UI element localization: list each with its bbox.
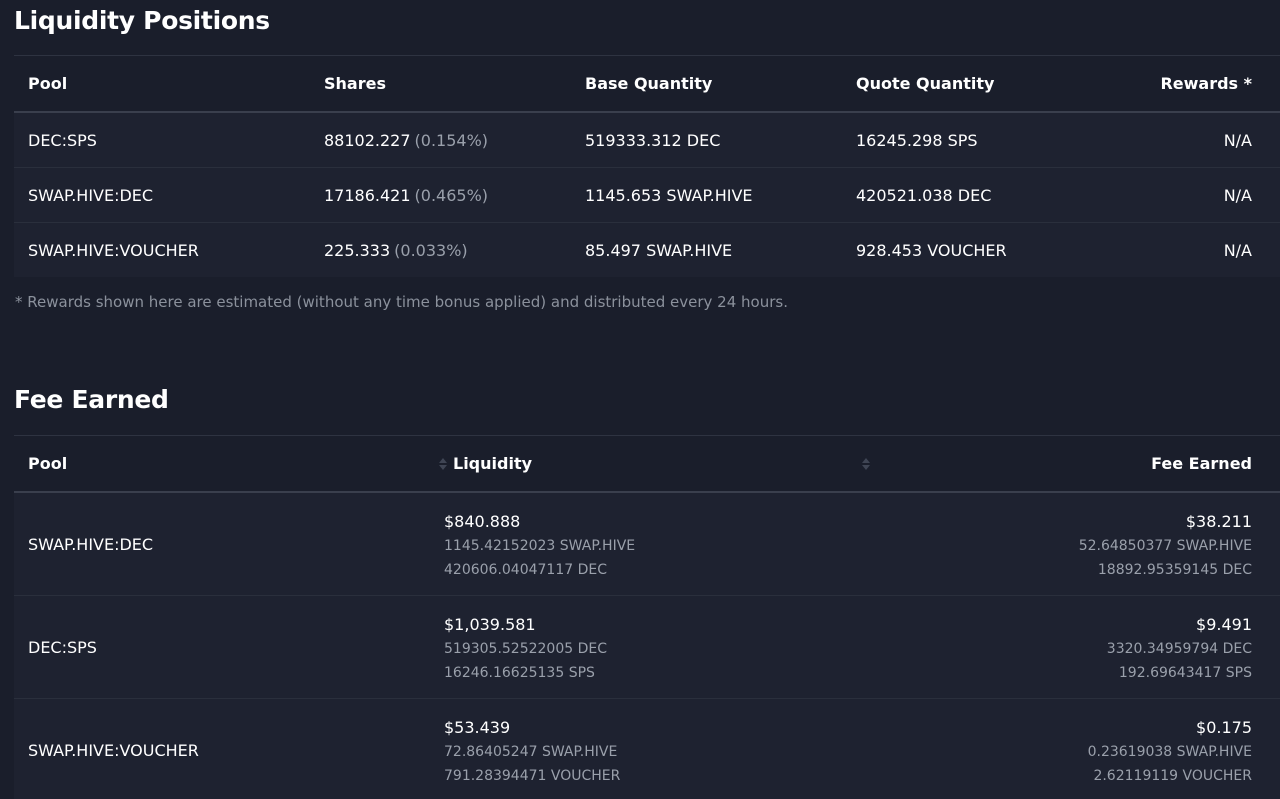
header-fee-earned[interactable]: Fee Earned xyxy=(1151,436,1252,491)
table-row[interactable]: SWAP.HIVE:VOUCHER $53.439 72.86405247 SW… xyxy=(14,699,1280,799)
shares-cell: 88102.227 (0.154%) xyxy=(324,113,488,167)
fee-cell: $0.175 0.23619038 SWAP.HIVE 2.62119119 V… xyxy=(1088,716,1252,788)
liquidity-usd: $53.439 xyxy=(444,718,511,737)
table-row[interactable]: SWAP.HIVE:DEC 17186.421 (0.465%) 1145.65… xyxy=(14,168,1280,223)
table-row[interactable]: SWAP.HIVE:DEC $840.888 1145.42152023 SWA… xyxy=(14,493,1280,596)
table-header: Pool Shares Base Quantity Quote Quantity… xyxy=(14,55,1280,113)
pool-name: SWAP.HIVE:DEC xyxy=(28,534,154,554)
header-liquidity[interactable]: Liquidity xyxy=(439,436,532,491)
fee-usd: $38.211 xyxy=(1185,512,1252,531)
pool-name: DEC:SPS xyxy=(28,637,97,657)
liquidity-cell: $53.439 72.86405247 SWAP.HIVE 791.283944… xyxy=(444,716,620,788)
shares-percent: (0.154%) xyxy=(414,130,489,150)
pool-name: SWAP.HIVE:VOUCHER xyxy=(28,240,199,260)
shares-value: 225.333 xyxy=(324,240,391,260)
header-base-quantity[interactable]: Base Quantity xyxy=(585,56,712,111)
fee-base-amount: 0.23619038 SWAP.HIVE xyxy=(1087,744,1252,760)
liquidity-cell: $840.888 1145.42152023 SWAP.HIVE 420606.… xyxy=(444,510,635,582)
page: Liquidity Positions Pool Shares Base Qua… xyxy=(0,0,1280,799)
base-quantity: 1145.653 SWAP.HIVE xyxy=(585,185,753,205)
fee-quote-amount: 192.69643417 SPS xyxy=(1118,665,1252,681)
fee-usd: $9.491 xyxy=(1196,615,1252,634)
liquidity-usd: $1,039.581 xyxy=(444,615,536,634)
liquidity-base-amount: 72.86405247 SWAP.HIVE xyxy=(444,744,618,760)
shares-value: 17186.421 xyxy=(324,185,411,205)
rewards-footnote: * Rewards shown here are estimated (with… xyxy=(15,293,788,311)
liquidity-usd: $840.888 xyxy=(444,512,521,531)
pool-name: DEC:SPS xyxy=(28,130,97,150)
header-pool[interactable]: Pool xyxy=(28,56,67,111)
header-rewards[interactable]: Rewards * xyxy=(1160,56,1252,111)
pool-name: SWAP.HIVE:DEC xyxy=(28,185,154,205)
fee-usd: $0.175 xyxy=(1196,718,1252,737)
shares-percent: (0.033%) xyxy=(394,240,468,260)
liquidity-quote-amount: 16246.16625135 SPS xyxy=(444,665,595,681)
fee-cell: $9.491 3320.34959794 DEC 192.69643417 SP… xyxy=(1107,613,1252,685)
base-quantity: 85.497 SWAP.HIVE xyxy=(585,240,733,260)
sort-icon[interactable] xyxy=(439,457,447,471)
table-row[interactable]: SWAP.HIVE:VOUCHER 225.333 (0.033%) 85.49… xyxy=(14,223,1280,277)
header-fee-sort[interactable] xyxy=(862,436,876,491)
shares-value: 88102.227 xyxy=(324,130,411,150)
fee-earned-table: Pool Liquidity Fee Earned SWAP.HIVE:DEC … xyxy=(14,435,1280,799)
fee-cell: $38.211 52.64850377 SWAP.HIVE 18892.9535… xyxy=(1079,510,1252,582)
shares-cell: 17186.421 (0.465%) xyxy=(324,168,488,222)
header-shares[interactable]: Shares xyxy=(324,56,386,111)
rewards-value: N/A xyxy=(1223,185,1252,205)
header-quote-quantity[interactable]: Quote Quantity xyxy=(856,56,994,111)
liquidity-positions-title: Liquidity Positions xyxy=(14,6,270,35)
table-row[interactable]: DEC:SPS $1,039.581 519305.52522005 DEC 1… xyxy=(14,596,1280,699)
quote-quantity: 16245.298 SPS xyxy=(856,130,978,150)
rewards-value: N/A xyxy=(1223,130,1252,150)
liquidity-base-amount: 519305.52522005 DEC xyxy=(444,641,608,657)
quote-quantity: 420521.038 DEC xyxy=(856,185,992,205)
sort-icon[interactable] xyxy=(862,457,870,471)
rewards-value: N/A xyxy=(1223,240,1252,260)
liquidity-quote-amount: 420606.04047117 DEC xyxy=(444,562,608,578)
fee-quote-amount: 18892.95359145 DEC xyxy=(1097,562,1252,578)
fee-earned-title: Fee Earned xyxy=(14,385,169,414)
fee-quote-amount: 2.62119119 VOUCHER xyxy=(1093,768,1252,784)
liquidity-base-amount: 1145.42152023 SWAP.HIVE xyxy=(444,538,636,554)
fee-base-amount: 3320.34959794 DEC xyxy=(1106,641,1252,657)
liquidity-positions-table: Pool Shares Base Quantity Quote Quantity… xyxy=(14,55,1280,277)
shares-cell: 225.333 (0.033%) xyxy=(324,223,468,277)
base-quantity: 519333.312 DEC xyxy=(585,130,721,150)
pool-name: SWAP.HIVE:VOUCHER xyxy=(28,740,199,760)
liquidity-cell: $1,039.581 519305.52522005 DEC 16246.166… xyxy=(444,613,607,685)
header-pool[interactable]: Pool xyxy=(28,436,67,491)
fee-base-amount: 52.64850377 SWAP.HIVE xyxy=(1078,538,1252,554)
table-header: Pool Liquidity Fee Earned xyxy=(14,435,1280,493)
header-liquidity-label: Liquidity xyxy=(453,454,533,473)
quote-quantity: 928.453 VOUCHER xyxy=(856,240,1007,260)
table-row[interactable]: DEC:SPS 88102.227 (0.154%) 519333.312 DE… xyxy=(14,113,1280,168)
shares-percent: (0.465%) xyxy=(414,185,489,205)
liquidity-quote-amount: 791.28394471 VOUCHER xyxy=(444,768,621,784)
